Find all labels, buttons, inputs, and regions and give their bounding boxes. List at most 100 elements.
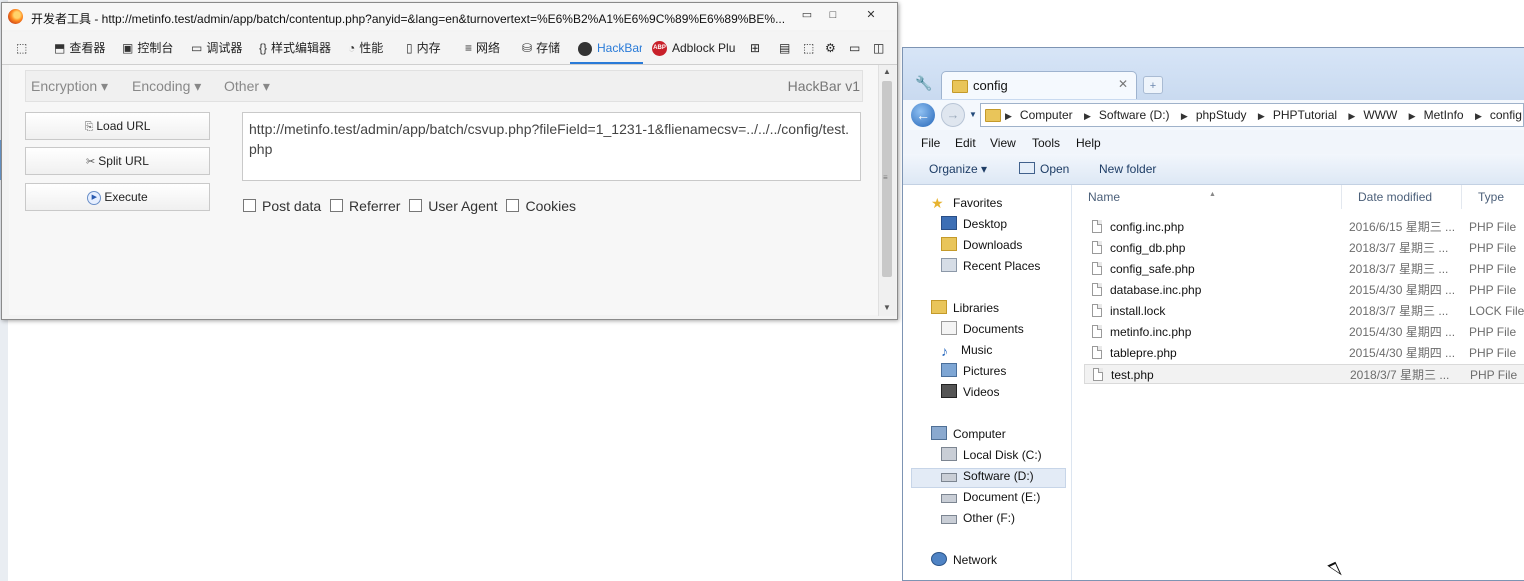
menu-other[interactable]: Other ▾	[224, 78, 270, 95]
menu-edit[interactable]: Edit	[955, 136, 976, 150]
devtools-title: 开发者工具 - http://metinfo.test/admin/app/ba…	[31, 12, 786, 26]
nav-other-f[interactable]: Other (F:)	[941, 508, 1015, 528]
hackbar-panel: Encryption ▾ Encoding ▾ Other ▾ HackBar …	[9, 65, 878, 315]
gear-icon[interactable]: ⚙	[825, 39, 836, 57]
tab-adblock[interactable]: ABP Adblock Plu	[652, 39, 740, 57]
url-textarea[interactable]: http://metinfo.test/admin/app/batch/csvu…	[242, 112, 861, 181]
nav-local-disk-c[interactable]: Local Disk (C:)	[941, 445, 1042, 465]
column-header-date[interactable]: Date modified	[1342, 185, 1462, 209]
menu-help[interactable]: Help	[1076, 136, 1101, 150]
tab-storage[interactable]: ⛁ 存储	[522, 39, 560, 57]
breadcrumb-phpstudy[interactable]: phpStudy	[1196, 108, 1247, 122]
menu-view[interactable]: View	[990, 136, 1016, 150]
close-tab-icon[interactable]: ✕	[1118, 77, 1128, 91]
breadcrumb-www[interactable]: WWW	[1363, 108, 1397, 122]
breadcrumb-software-d[interactable]: Software (D:)	[1099, 108, 1170, 122]
new-folder-button[interactable]: New folder	[1099, 162, 1156, 176]
nav-network[interactable]: Network	[931, 550, 997, 570]
maximize-button[interactable]: □	[820, 6, 846, 24]
forward-arrow-icon[interactable]: →	[941, 103, 965, 127]
minimize-button[interactable]: ▭	[794, 6, 820, 24]
nav-videos[interactable]: Videos	[941, 382, 999, 402]
nav-desktop[interactable]: Desktop	[941, 214, 1007, 234]
picker-icon: ⬚	[16, 41, 28, 55]
style-editor-icon: {}	[259, 41, 268, 55]
file-row[interactable]: config.inc.php 2016/6/15 星期三 ... PHP File	[1084, 217, 1524, 237]
menu-tools[interactable]: Tools	[1032, 136, 1060, 150]
nav-downloads[interactable]: Downloads	[941, 235, 1022, 255]
file-row[interactable]: config_db.php 2018/3/7 星期三 ... PHP File	[1084, 238, 1524, 258]
load-url-icon: ⎘	[84, 121, 94, 133]
file-row[interactable]: tablepre.php 2015/4/30 星期四 ... PHP File	[1084, 343, 1524, 363]
tab-inspector[interactable]: ⬒ 查看器	[54, 39, 105, 57]
scroll-up-icon[interactable]: ▲	[883, 67, 891, 76]
column-header-name[interactable]: Name ▲	[1072, 185, 1342, 209]
column-header-type[interactable]: Type	[1462, 185, 1524, 209]
frame-select-icon[interactable]: ⬚	[803, 39, 814, 57]
storage-icon: ⛁	[522, 41, 533, 55]
tab-config[interactable]: config ✕	[941, 71, 1137, 99]
wrench-icon[interactable]: 🔧	[915, 75, 932, 92]
tab-memory[interactable]: ▯ 内存	[406, 39, 441, 57]
tab-performance[interactable]: ◔ 性能	[348, 39, 383, 57]
nav-document-e[interactable]: Document (E:)	[941, 487, 1040, 507]
tab-debugger[interactable]: ▭ 调试器	[191, 39, 242, 57]
nav-computer[interactable]: Computer	[931, 424, 1006, 444]
file-icon	[1093, 368, 1103, 381]
hackbar-icon	[578, 41, 592, 56]
tab-hackbar[interactable]: HackBar	[578, 39, 642, 57]
menu-encryption[interactable]: Encryption ▾	[31, 78, 108, 95]
downloads-icon	[941, 237, 957, 251]
organize-button[interactable]: Organize ▾	[929, 162, 987, 176]
active-tab-indicator	[570, 62, 643, 64]
file-icon	[1092, 283, 1102, 296]
close-button[interactable]: ✕	[849, 6, 893, 24]
file-row[interactable]: database.inc.php 2015/4/30 星期四 ... PHP Fil…	[1084, 280, 1524, 300]
tab-style-editor[interactable]: {} 样式编辑器	[259, 39, 331, 57]
cookies-checkbox[interactable]	[506, 199, 520, 212]
nav-recent-places[interactable]: Recent Places	[941, 256, 1040, 276]
devtools-scrollbar[interactable]: ▲ ≡ ▼	[878, 65, 896, 316]
split-console-icon[interactable]: ▤	[779, 39, 790, 57]
menu-encoding[interactable]: Encoding ▾	[132, 78, 201, 95]
user-agent-checkbox[interactable]	[409, 199, 423, 212]
back-arrow-icon[interactable]: ←	[911, 103, 935, 127]
breadcrumb-metinfo[interactable]: MetInfo	[1424, 108, 1464, 122]
referrer-checkbox[interactable]	[330, 199, 344, 212]
menu-file[interactable]: File	[921, 136, 940, 150]
nav-music[interactable]: ♪ Music	[941, 340, 992, 360]
element-picker-button[interactable]: ⬚	[16, 39, 31, 57]
nav-pictures[interactable]: Pictures	[941, 361, 1006, 381]
nav-documents[interactable]: Documents	[941, 319, 1024, 339]
tab-console[interactable]: ▣ 控制台	[122, 39, 173, 57]
split-url-button[interactable]: ✂ Split URL	[25, 147, 210, 175]
user-agent-label: User Agent	[428, 198, 498, 214]
post-data-checkbox[interactable]	[243, 199, 256, 212]
nav-software-d[interactable]: Software (D:)	[941, 466, 1034, 486]
recent-pages-dropdown-icon[interactable]: ▼	[969, 110, 977, 119]
address-bar[interactable]: ▶ Computer ▶ Software (D:) ▶ phpStudy ▶ PHPT…	[980, 103, 1524, 127]
responsive-mode-icon[interactable]: ⊞	[750, 39, 760, 57]
file-row-selected[interactable]: test.php 2018/3/7 星期三 ... PHP File	[1084, 364, 1524, 384]
nav-libraries[interactable]: Libraries	[931, 298, 999, 318]
breadcrumb-config[interactable]: config	[1490, 108, 1522, 122]
debugger-icon: ▭	[191, 41, 203, 55]
load-url-button[interactable]: ⎘ Load URL	[25, 112, 210, 140]
performance-icon: ◔	[348, 41, 356, 55]
breadcrumb-phptutorial[interactable]: PHPTutorial	[1273, 108, 1337, 122]
file-row[interactable]: config_safe.php 2018/3/7 星期三 ... PHP File	[1084, 259, 1524, 279]
dock-bottom-icon[interactable]: ▭	[849, 39, 860, 57]
file-icon	[1092, 304, 1102, 317]
file-row[interactable]: install.lock 2018/3/7 星期三 ... LOCK File	[1084, 301, 1524, 321]
referrer-label: Referrer	[349, 198, 401, 214]
open-button[interactable]: Open	[1019, 162, 1069, 176]
tab-network[interactable]: ≡ 网络	[465, 39, 500, 57]
execute-button[interactable]: ▶ Execute	[25, 183, 210, 211]
dock-side-icon[interactable]: ◫	[873, 39, 884, 57]
breadcrumb-computer[interactable]: Computer	[1020, 108, 1073, 122]
scroll-down-icon[interactable]: ▼	[883, 303, 891, 312]
new-tab-button[interactable]: +	[1143, 76, 1163, 94]
file-icon	[1092, 220, 1102, 233]
file-row[interactable]: metinfo.inc.php 2015/4/30 星期四 ... PHP File	[1084, 322, 1524, 342]
nav-favorites[interactable]: ★ Favorites	[931, 193, 1002, 213]
